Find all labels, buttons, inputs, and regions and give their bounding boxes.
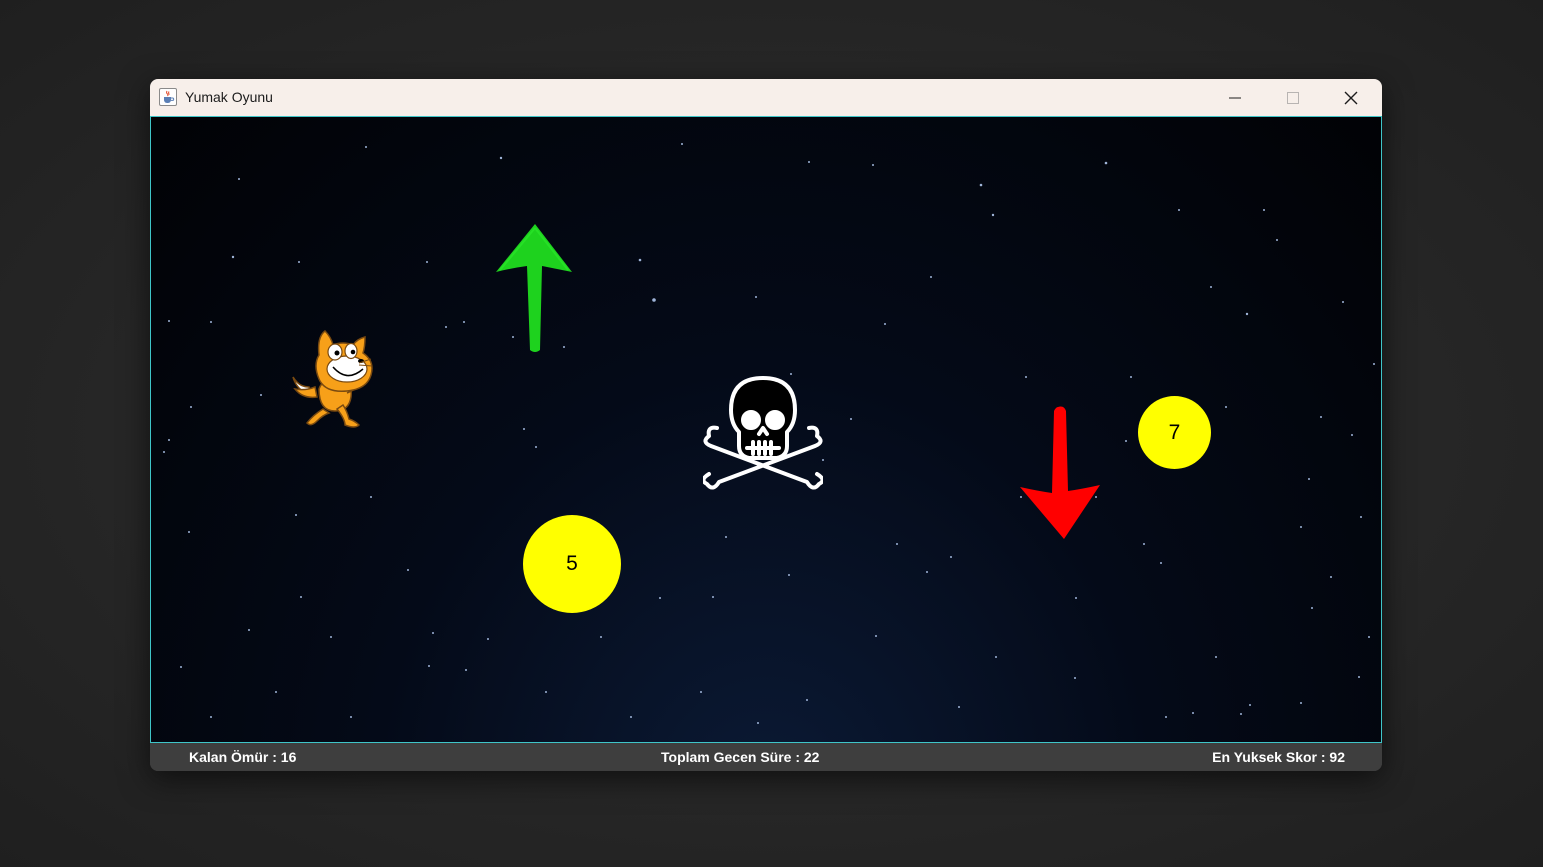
- status-bar: Kalan Ömür : 16 Toplam Gecen Süre : 22 E…: [150, 743, 1382, 771]
- skull-crossbones-icon: [703, 376, 823, 490]
- score-ball[interactable]: 7: [1138, 396, 1211, 469]
- ball-value: 5: [566, 552, 578, 575]
- cat-sprite: [292, 330, 373, 428]
- score-ball[interactable]: 5: [523, 515, 621, 613]
- ball-value: 7: [1168, 420, 1181, 444]
- minimize-icon: [1229, 97, 1241, 98]
- java-cup-icon[interactable]: [159, 88, 177, 106]
- minimize-button[interactable]: [1206, 79, 1264, 116]
- elapsed-time: Toplam Gecen Süre : 22: [661, 749, 820, 765]
- maximize-button[interactable]: [1264, 79, 1322, 116]
- title-bar[interactable]: Yumak Oyunu: [150, 79, 1382, 116]
- green-up-arrow-icon: [496, 224, 572, 352]
- window-title: Yumak Oyunu: [185, 89, 273, 105]
- close-button[interactable]: [1322, 79, 1380, 116]
- maximize-icon: [1287, 91, 1299, 104]
- high-score: En Yuksek Skor : 92: [1212, 749, 1345, 765]
- red-down-arrow-icon: [1020, 406, 1100, 539]
- close-icon: [1344, 91, 1358, 104]
- game-canvas[interactable]: 5 7: [150, 116, 1382, 743]
- lives-remaining: Kalan Ömür : 16: [189, 749, 297, 765]
- game-window: Yumak Oyunu 5 7 Kalan Ömür: 16 Toplam G…: [150, 79, 1382, 771]
